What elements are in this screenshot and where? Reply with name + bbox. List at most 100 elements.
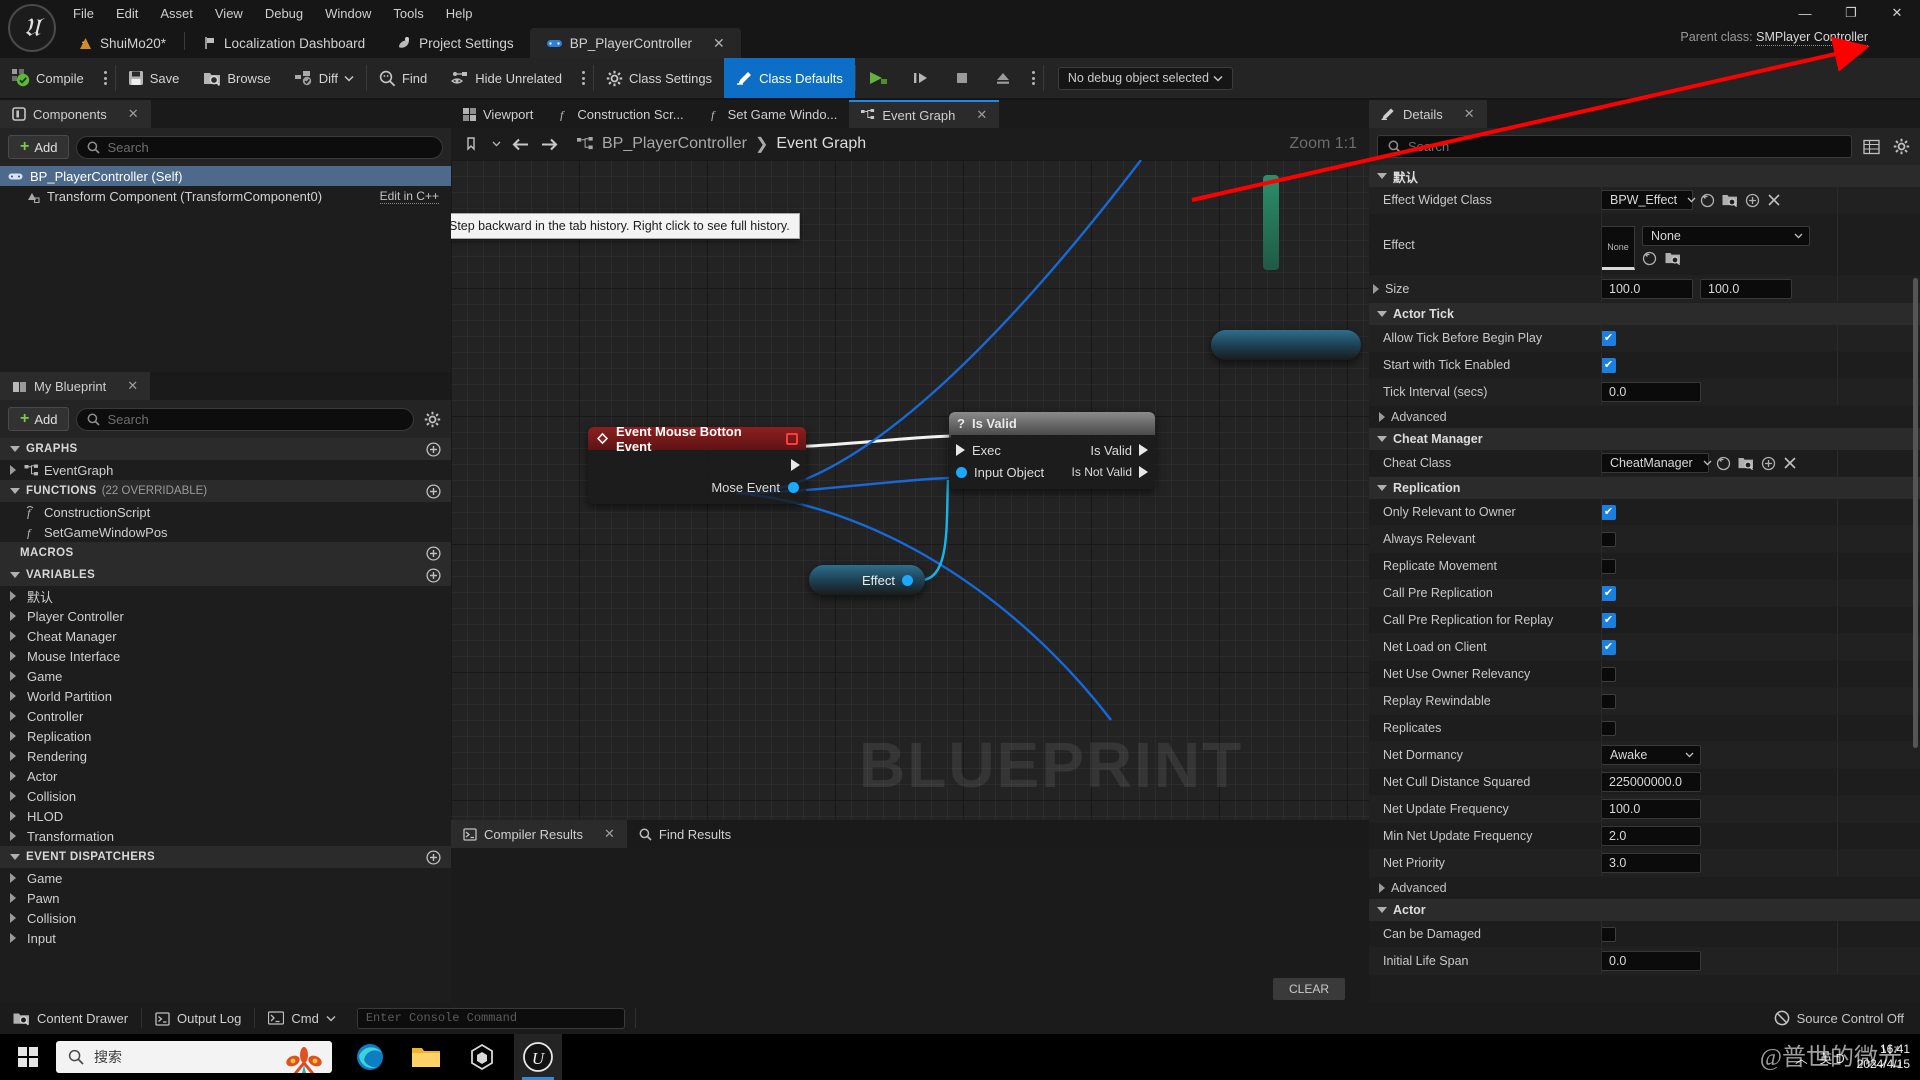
component-row-transform[interactable]: Transform Component (TransformComponent0… xyxy=(0,186,451,206)
checkbox[interactable] xyxy=(1601,331,1616,346)
menu-view[interactable]: View xyxy=(204,3,254,24)
checkbox[interactable] xyxy=(1601,505,1616,520)
chevron-right-icon[interactable] xyxy=(10,771,16,781)
tab-compiler-results[interactable]: Compiler Results ✕ xyxy=(451,820,627,848)
chevron-right-icon[interactable] xyxy=(10,893,16,903)
variable-category-mouse-interface[interactable]: Mouse Interface xyxy=(0,646,451,666)
tick-interval-field[interactable]: 0.0 xyxy=(1601,382,1701,402)
menu-debug[interactable]: Debug xyxy=(254,3,314,24)
dispatcher-category-pawn[interactable]: Pawn xyxy=(0,888,451,908)
object-picker-dropdown[interactable]: None xyxy=(1642,226,1810,246)
diff-button[interactable]: Diff xyxy=(283,58,366,98)
tab-project-settings[interactable]: Project Settings xyxy=(381,28,530,58)
bookmark-dropdown-button[interactable] xyxy=(489,132,503,156)
section-variables[interactable]: VARIABLES xyxy=(0,564,451,586)
class-defaults-button[interactable]: Class Defaults xyxy=(724,58,855,98)
breadcrumb-root[interactable]: BP_PlayerController xyxy=(602,135,747,153)
menu-window[interactable]: Window xyxy=(314,3,382,24)
variable-category-collision[interactable]: Collision xyxy=(0,786,451,806)
add-component-button[interactable]: + Add xyxy=(8,135,69,159)
taskbar-app-file-explorer[interactable] xyxy=(402,1034,450,1080)
chevron-right-icon[interactable] xyxy=(10,873,16,883)
eject-button[interactable] xyxy=(982,58,1024,98)
dispatcher-category-collision[interactable]: Collision xyxy=(0,908,451,928)
add-new-icon[interactable] xyxy=(1745,193,1760,208)
play-button[interactable] xyxy=(856,58,900,98)
variable-category-transformation[interactable]: Transformation xyxy=(0,826,451,846)
browse-button[interactable]: Browse xyxy=(191,58,282,98)
taskbar-clock[interactable]: 16:41 2024/4/15 xyxy=(1857,1042,1910,1072)
node-is-valid[interactable]: ? Is Valid Exec Is Valid Input Object Is… xyxy=(949,412,1155,489)
details-scrollbar[interactable] xyxy=(1913,278,1918,748)
menu-help[interactable]: Help xyxy=(435,3,484,24)
window-minimize-button[interactable]: — xyxy=(1782,0,1828,26)
debug-object-selector[interactable]: No debug object selected xyxy=(1058,67,1233,90)
initial-life-span-field[interactable]: 0.0 xyxy=(1601,951,1701,971)
chevron-right-icon[interactable] xyxy=(10,711,16,721)
section-functions[interactable]: FUNCTIONS (22 OVERRIDABLE) xyxy=(0,480,451,502)
tab-construction-script[interactable]: f Construction Scr... xyxy=(545,100,695,128)
compile-button[interactable]: Compile xyxy=(0,58,96,98)
clear-asset-icon[interactable] xyxy=(1783,456,1797,470)
add-macro-button[interactable] xyxy=(426,546,441,561)
node-pin-mose-event[interactable]: Mose Event xyxy=(588,476,806,498)
variable-category-hlod[interactable]: HLOD xyxy=(0,806,451,826)
chevron-right-icon[interactable] xyxy=(10,651,16,661)
details-category-default[interactable]: 默认 xyxy=(1369,165,1920,187)
chevron-right-icon[interactable] xyxy=(10,691,16,701)
tab-close-icon[interactable]: ✕ xyxy=(713,35,725,52)
tab-viewport[interactable]: Viewport xyxy=(451,100,545,128)
checkbox[interactable] xyxy=(1601,613,1616,628)
class-settings-button[interactable]: Class Settings xyxy=(594,58,724,98)
chevron-right-icon[interactable] xyxy=(10,671,16,681)
stop-button[interactable] xyxy=(942,58,982,98)
checkbox[interactable] xyxy=(1601,532,1616,547)
details-columns-button[interactable] xyxy=(1860,136,1882,158)
cmd-selector[interactable]: Cmd xyxy=(255,1002,348,1034)
chevron-right-icon[interactable] xyxy=(1373,284,1379,294)
taskbar-app-edge[interactable] xyxy=(346,1034,394,1080)
variable-category-rendering[interactable]: Rendering xyxy=(0,746,451,766)
step-button[interactable] xyxy=(900,58,942,98)
tray-chevron-icon[interactable]: ︿ xyxy=(1795,1048,1808,1067)
min-net-update-frequency-field[interactable]: 2.0 xyxy=(1601,826,1701,846)
chevron-right-icon[interactable] xyxy=(10,731,16,741)
window-close-button[interactable]: ✕ xyxy=(1874,0,1920,26)
close-icon[interactable]: ✕ xyxy=(976,107,987,123)
my-blueprint-settings-button[interactable] xyxy=(421,408,443,430)
chevron-right-icon[interactable] xyxy=(10,791,16,801)
node-pin-exec-out[interactable] xyxy=(588,454,806,476)
class-picker-dropdown[interactable]: BPW_Effect xyxy=(1601,190,1693,210)
close-icon[interactable]: ✕ xyxy=(604,826,615,842)
function-item-constructionscript[interactable]: f ConstructionScript xyxy=(0,502,451,522)
checkbox[interactable] xyxy=(1601,559,1616,574)
tab-bp-playercontroller[interactable]: BP_PlayerController ✕ xyxy=(530,28,741,58)
chevron-right-icon[interactable] xyxy=(10,611,16,621)
size-x-field[interactable]: 100.0 xyxy=(1601,279,1693,299)
taskbar-search-input[interactable]: 搜索 xyxy=(56,1041,332,1073)
chevron-right-icon[interactable] xyxy=(10,913,16,923)
checkbox[interactable] xyxy=(1601,586,1616,601)
taskbar-app-unity[interactable] xyxy=(458,1034,506,1080)
section-graphs[interactable]: GRAPHS xyxy=(0,438,451,460)
chevron-right-icon[interactable] xyxy=(10,751,16,761)
variable-category-default[interactable]: 默认 xyxy=(0,586,451,606)
reset-arrow-icon[interactable] xyxy=(1700,193,1715,208)
variable-category-game[interactable]: Game xyxy=(0,666,451,686)
cheat-class-dropdown[interactable]: CheatManager xyxy=(1601,453,1709,473)
content-drawer-button[interactable]: Content Drawer xyxy=(0,1002,141,1034)
console-command-input[interactable]: Enter Console Command xyxy=(357,1008,625,1029)
details-subsection-advanced-tick[interactable]: Advanced xyxy=(1369,406,1920,428)
menu-tools[interactable]: Tools xyxy=(382,3,434,24)
reset-arrow-icon[interactable] xyxy=(1642,251,1657,266)
checkbox[interactable] xyxy=(1601,667,1616,682)
tray-ime-label[interactable]: 英 D xyxy=(1820,1048,1845,1067)
details-category-cheat-manager[interactable]: Cheat Manager xyxy=(1369,428,1920,450)
clear-asset-icon[interactable] xyxy=(1767,193,1781,207)
chevron-right-icon[interactable] xyxy=(10,831,16,841)
chevron-right-icon[interactable] xyxy=(10,465,16,475)
source-control-status[interactable]: Source Control Off xyxy=(1774,1010,1920,1026)
browse-asset-icon[interactable] xyxy=(1722,193,1738,207)
menu-file[interactable]: File xyxy=(62,3,105,24)
components-search-input[interactable]: Search xyxy=(76,136,443,159)
